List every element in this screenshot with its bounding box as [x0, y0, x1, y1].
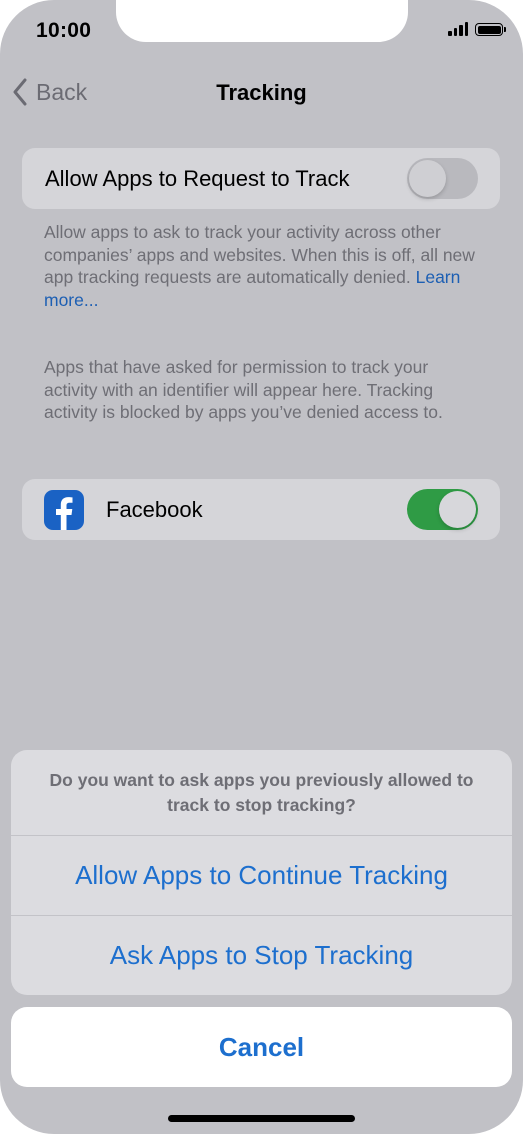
toggle-knob: [409, 160, 446, 197]
facebook-tracking-toggle[interactable]: [407, 489, 478, 530]
page-title: Tracking: [216, 80, 307, 105]
action-sheet: Do you want to ask apps you previously a…: [11, 750, 512, 995]
ask-stop-tracking-button[interactable]: Ask Apps to Stop Tracking: [11, 916, 512, 995]
notch: [116, 0, 408, 42]
allow-tracking-row: Allow Apps to Request to Track: [22, 148, 500, 209]
allow-tracking-toggle[interactable]: [407, 158, 478, 199]
cancel-button[interactable]: Cancel: [11, 1007, 512, 1087]
home-indicator[interactable]: [168, 1115, 355, 1122]
app-name-label: Facebook: [106, 497, 203, 522]
apps-description: Apps that have asked for permission to t…: [44, 357, 443, 422]
allow-tracking-description: Allow apps to ask to track your activity…: [44, 221, 484, 311]
signal-icon: [448, 22, 468, 36]
toggle-knob: [439, 491, 476, 528]
allow-tracking-description-text: Allow apps to ask to track your activity…: [44, 222, 475, 287]
status-indicators: [448, 22, 506, 36]
app-row-facebook: Facebook: [22, 479, 500, 540]
status-time: 10:00: [36, 19, 92, 42]
action-sheet-message: Do you want to ask apps you previously a…: [49, 770, 474, 815]
facebook-icon: [44, 490, 84, 530]
battery-icon: [475, 23, 506, 36]
allow-continue-tracking-button[interactable]: Allow Apps to Continue Tracking: [11, 836, 512, 915]
allow-tracking-label: Allow Apps to Request to Track: [45, 166, 350, 191]
phone-screen: 10:00 Back Tracking Allow Apps to Reques…: [0, 0, 523, 1134]
